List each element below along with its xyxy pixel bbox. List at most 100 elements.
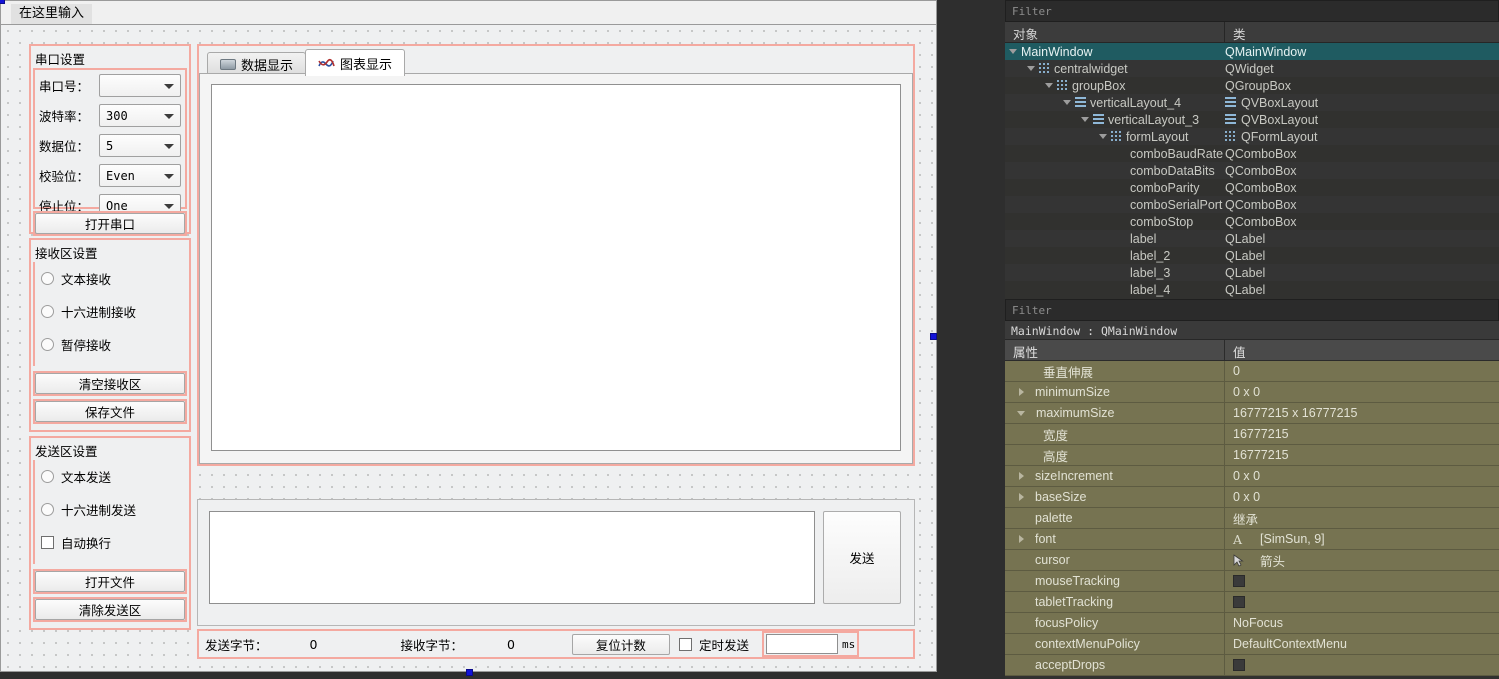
combo-data-bits[interactable]: 5 — [99, 134, 181, 157]
property-value-cell[interactable]: 继承 — [1225, 509, 1499, 528]
object-tree-row[interactable]: centralwidget QWidget — [1005, 60, 1499, 77]
property-checkbox-icon[interactable] — [1233, 575, 1245, 587]
serial-settings-group: 串口设置 串口号： 波特率： 300 数据位： 5 校验位： Even 停止位：… — [29, 44, 191, 236]
object-tree-row[interactable]: groupBox QGroupBox — [1005, 77, 1499, 94]
selection-handle-top-left[interactable] — [0, 0, 5, 4]
property-row[interactable]: mouseTracking — [1005, 571, 1499, 592]
object-tree-row[interactable]: comboBaudRate QComboBox — [1005, 145, 1499, 162]
open-file-button[interactable]: 打开文件 — [35, 571, 185, 592]
save-file-button[interactable]: 保存文件 — [35, 401, 185, 422]
chevron-down-icon[interactable] — [1099, 134, 1107, 139]
menubar-placeholder-item[interactable]: 在这里输入 — [11, 4, 93, 25]
object-tree-row[interactable]: MainWindow QMainWindow — [1005, 43, 1499, 60]
object-tree-row[interactable]: verticalLayout_3 QVBoxLayout — [1005, 111, 1499, 128]
property-table[interactable]: 垂直伸展 0 minimumSize 0 x 0 maximumSize 16777215… — [1005, 361, 1499, 676]
chevron-right-icon[interactable] — [1019, 472, 1024, 480]
property-value-cell[interactable] — [1225, 596, 1499, 608]
object-tree-row-class-cell: QComboBox — [1225, 215, 1499, 229]
reset-counter-button[interactable]: 复位计数 — [571, 633, 670, 655]
object-tree-row[interactable]: comboSerialPort QComboBox — [1005, 196, 1499, 213]
radio-pause-receive[interactable]: 暂停接收 — [41, 334, 187, 354]
property-row[interactable]: baseSize 0 x 0 — [1005, 487, 1499, 508]
send-text-input[interactable] — [209, 511, 815, 604]
chevron-down-icon[interactable] — [1027, 66, 1035, 71]
property-value-cell[interactable]: A [SimSun, 9] — [1225, 532, 1499, 547]
property-row[interactable]: palette 继承 — [1005, 508, 1499, 529]
radio-text-receive[interactable]: 文本接收 — [41, 268, 187, 288]
chevron-down-icon[interactable] — [1045, 83, 1053, 88]
form-menubar[interactable]: 在这里输入 — [0, 0, 937, 25]
property-value-cell[interactable] — [1225, 575, 1499, 587]
property-value-cell[interactable] — [1225, 659, 1499, 671]
object-tree-row[interactable]: comboParity QComboBox — [1005, 179, 1499, 196]
object-tree-row[interactable]: verticalLayout_4 QVBoxLayout — [1005, 94, 1499, 111]
property-value-cell[interactable]: 箭头 — [1225, 551, 1499, 570]
object-tree[interactable]: MainWindow QMainWindow centralwidget QWidge… — [1005, 43, 1499, 298]
property-row[interactable]: cursor 箭头 — [1005, 550, 1499, 571]
object-tree-row[interactable]: label_4 QLabel — [1005, 281, 1499, 298]
form-canvas[interactable]: 串口设置 串口号： 波特率： 300 数据位： 5 校验位： Even 停止位：… — [0, 24, 937, 672]
combo-parity[interactable]: Even — [99, 164, 181, 187]
object-tree-row[interactable]: label QLabel — [1005, 230, 1499, 247]
object-tree-row-class-cell: QComboBox — [1225, 147, 1499, 161]
property-checkbox-icon[interactable] — [1233, 596, 1245, 608]
chevron-right-icon[interactable] — [1019, 388, 1024, 396]
property-value-cell[interactable]: DefaultContextMenu — [1225, 637, 1499, 651]
display-tabwidget[interactable]: 数据显示 图表显示 — [197, 44, 915, 466]
object-tree-row[interactable]: label_2 QLabel — [1005, 247, 1499, 264]
checkbox-timed-send[interactable]: 定时发送 — [678, 634, 749, 654]
selection-handle-bottom-middle[interactable] — [466, 669, 473, 676]
radio-hex-receive[interactable]: 十六进制接收 — [41, 301, 187, 321]
property-row[interactable]: focusPolicy NoFocus — [1005, 613, 1499, 634]
designer-form-editor[interactable]: 在这里输入 串口设置 串口号： 波特率： 300 数据位： 5 校验位： Eve… — [0, 0, 1005, 679]
chevron-down-icon[interactable] — [1009, 49, 1017, 54]
open-serial-port-button[interactable]: 打开串口 — [35, 213, 185, 234]
tx-bytes-value: 0 — [309, 636, 318, 652]
property-row[interactable]: maximumSize 16777215 x 16777215 — [1005, 403, 1499, 424]
radio-text-send[interactable]: 文本发送 — [41, 466, 187, 486]
selection-handle-right-middle[interactable] — [930, 333, 937, 340]
chart-plot-area[interactable] — [211, 84, 901, 451]
clear-send-button[interactable]: 清除发送区 — [35, 599, 185, 620]
chevron-right-icon[interactable] — [1019, 535, 1024, 543]
radio-hex-send[interactable]: 十六进制发送 — [41, 499, 187, 519]
combo-serial-port[interactable] — [99, 74, 181, 97]
object-tree-row[interactable]: comboStop QComboBox — [1005, 213, 1499, 230]
chevron-down-icon[interactable] — [1081, 117, 1089, 122]
property-value-cell[interactable]: 16777215 — [1225, 448, 1499, 462]
clear-receive-button[interactable]: 清空接收区 — [35, 373, 185, 394]
property-row[interactable]: sizeIncrement 0 x 0 — [1005, 466, 1499, 487]
object-tree-row[interactable]: comboDataBits QComboBox — [1005, 162, 1499, 179]
property-value-cell[interactable]: NoFocus — [1225, 616, 1499, 630]
property-value-cell[interactable]: 0 — [1225, 364, 1499, 378]
chevron-down-icon[interactable] — [1063, 100, 1071, 105]
property-row[interactable]: tabletTracking — [1005, 592, 1499, 613]
property-row[interactable]: 宽度 16777215 — [1005, 424, 1499, 445]
property-value-cell[interactable]: 0 x 0 — [1225, 490, 1499, 504]
property-row[interactable]: 垂直伸展 0 — [1005, 361, 1499, 382]
chevron-down-icon[interactable] — [1017, 410, 1025, 416]
property-row[interactable]: 高度 16777215 — [1005, 445, 1499, 466]
property-value-cell[interactable]: 0 x 0 — [1225, 385, 1499, 399]
property-row[interactable]: acceptDrops — [1005, 655, 1499, 676]
checkbox-auto-newline[interactable]: 自动换行 — [41, 532, 187, 552]
tabbar[interactable]: 数据显示 图表显示 — [207, 48, 406, 76]
interval-input[interactable] — [765, 634, 838, 654]
property-value-cell[interactable]: 0 x 0 — [1225, 469, 1499, 483]
property-row[interactable]: contextMenuPolicy DefaultContextMenu — [1005, 634, 1499, 655]
property-row[interactable]: minimumSize 0 x 0 — [1005, 382, 1499, 403]
property-value-cell[interactable]: 16777215 x 16777215 — [1225, 406, 1499, 420]
object-tree-row[interactable]: label_3 QLabel — [1005, 264, 1499, 281]
chevron-right-icon[interactable] — [1019, 493, 1024, 501]
object-tree-row[interactable]: formLayout QFormLayout — [1005, 128, 1499, 145]
object-tree-row-name-cell: comboDataBits — [1005, 164, 1225, 178]
property-checkbox-icon[interactable] — [1233, 659, 1245, 671]
property-value-cell[interactable]: 16777215 — [1225, 427, 1499, 441]
object-inspector-filter-input[interactable]: Filter — [1005, 0, 1499, 22]
send-button[interactable]: 发送 — [823, 511, 901, 604]
combo-baud-rate[interactable]: 300 — [99, 104, 181, 127]
chevron-down-icon — [164, 174, 174, 179]
property-row[interactable]: font A [SimSun, 9] — [1005, 529, 1499, 550]
tab-chart-display[interactable]: 图表显示 — [305, 49, 406, 76]
property-editor-filter-input[interactable]: Filter — [1005, 299, 1499, 321]
